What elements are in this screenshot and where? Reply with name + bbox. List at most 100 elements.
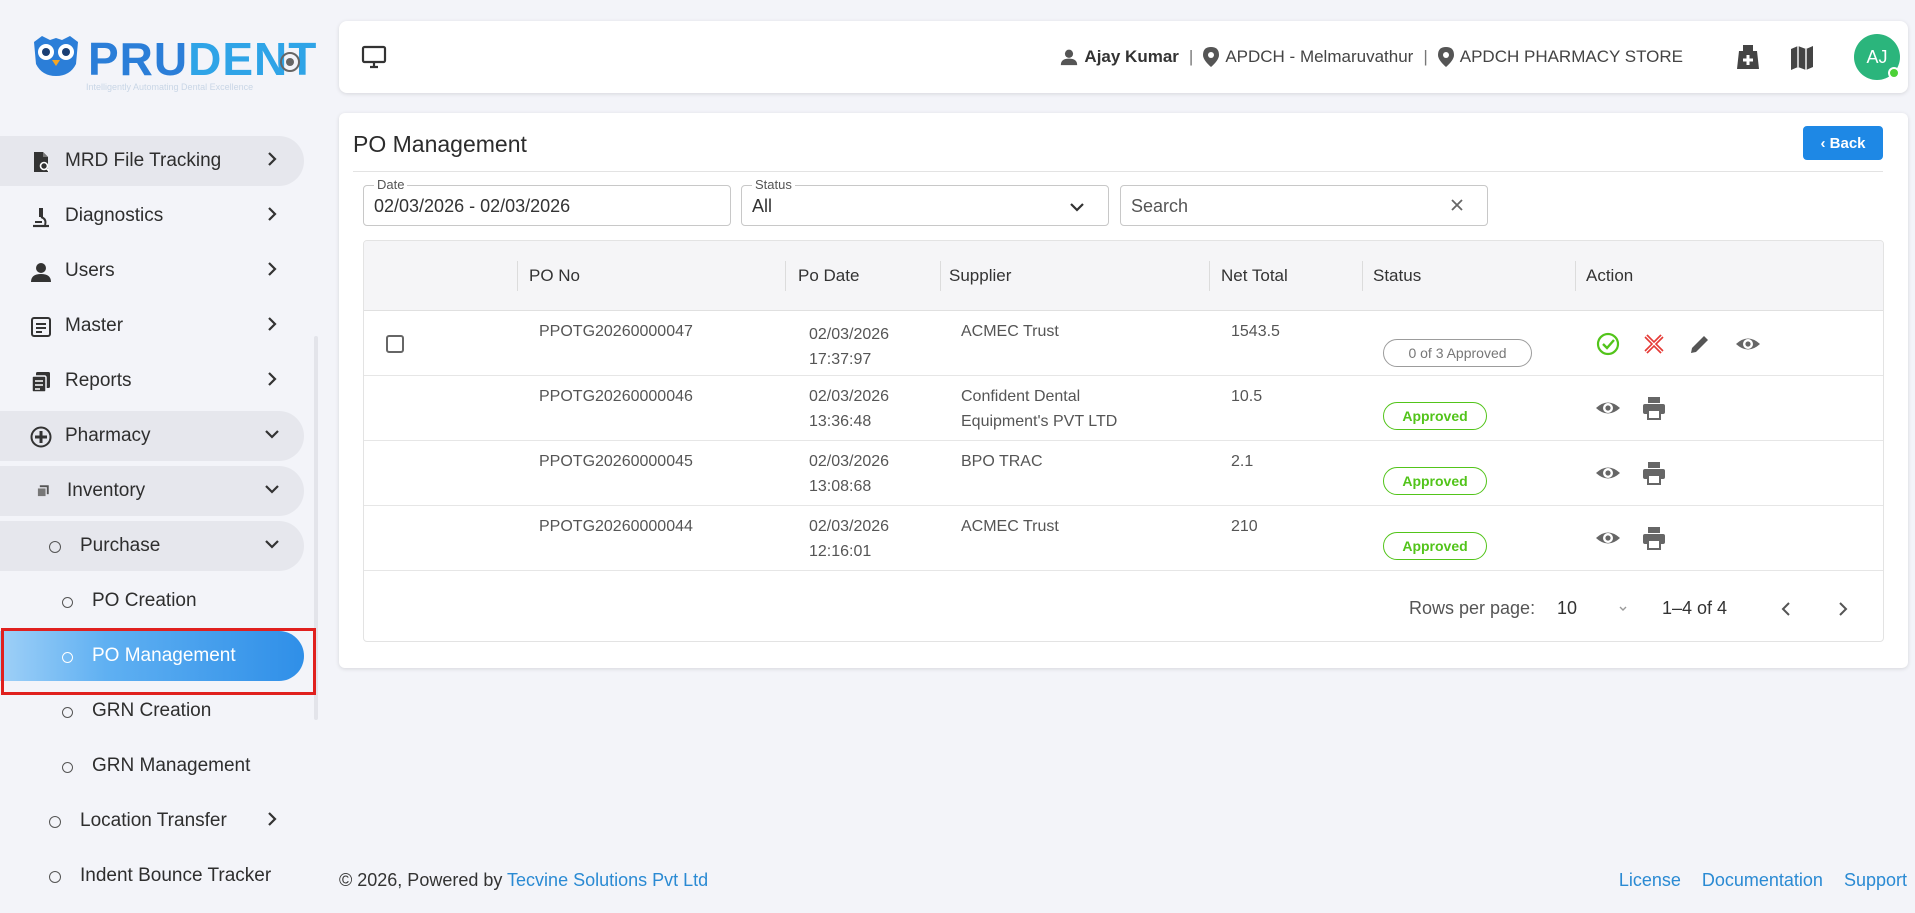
license-link[interactable]: License	[1619, 870, 1681, 891]
status-badge: Approved	[1383, 532, 1487, 560]
table-row[interactable]: PPOTG20260000047 02/03/2026 17:37:97 ACM…	[364, 311, 1883, 376]
supplier-name: ACMEC Trust	[961, 323, 1059, 340]
net-total: 2.1	[1231, 453, 1254, 470]
table-row[interactable]: PPOTG20260000046 02/03/2026 13:36:48 Con…	[364, 376, 1883, 441]
logo-tagline: Intelligently Automating Dental Excellen…	[86, 82, 254, 92]
view-icon[interactable]	[1735, 331, 1761, 357]
table-row[interactable]: PPOTG20260000045 02/03/2026 13:08:68 BPO…	[364, 441, 1883, 506]
support-link[interactable]: Support	[1844, 870, 1907, 891]
previous-page-icon[interactable]	[1775, 598, 1797, 620]
company-link[interactable]: Tecvine Solutions Pvt Ltd	[507, 870, 708, 890]
po-time: 13:08:68	[809, 478, 872, 495]
sidebar-item-inventory[interactable]: Inventory	[0, 466, 304, 516]
view-icon[interactable]	[1595, 395, 1621, 421]
approve-icon[interactable]	[1595, 331, 1621, 357]
footer-copyright: © 2026, Powered by Tecvine Solutions Pvt…	[339, 870, 708, 891]
highlight-box	[1, 628, 316, 695]
clear-icon[interactable]	[1449, 197, 1465, 213]
circle-bullet-icon	[62, 707, 73, 718]
col-action: Action	[1586, 266, 1634, 285]
online-status-dot	[1888, 67, 1900, 79]
rows-per-page-label: Rows per page:	[1409, 598, 1536, 618]
chevron-right-icon	[268, 207, 277, 221]
circle-bullet-icon	[62, 597, 73, 608]
print-icon[interactable]	[1641, 460, 1667, 486]
chevron-down-icon	[265, 430, 279, 439]
sidebar-item-purchase[interactable]: Purchase	[0, 521, 304, 571]
net-total: 10.5	[1231, 388, 1263, 405]
documentation-link[interactable]: Documentation	[1702, 870, 1823, 891]
sidebar-item-grn-management[interactable]: GRN Management	[0, 741, 304, 791]
sidebar-item-label: GRN Management	[92, 755, 251, 776]
chevron-down-icon[interactable]	[1618, 604, 1628, 614]
print-icon[interactable]	[1641, 395, 1667, 421]
sidebar-item-reports[interactable]: Reports	[0, 356, 304, 406]
col-po-date[interactable]: Po Date	[798, 241, 859, 311]
search-input[interactable]	[1131, 194, 1431, 218]
location-pin-icon	[1203, 47, 1220, 67]
rows-per-page-select[interactable]: 10	[1557, 598, 1577, 619]
sidebar-item-indent-bounce-tracker[interactable]: Indent Bounce Tracker	[0, 851, 304, 901]
po-date: 02/03/2026	[809, 518, 890, 535]
avatar[interactable]: AJ	[1854, 34, 1900, 80]
po-date: 02/03/2026	[809, 453, 890, 470]
monitor-icon[interactable]	[361, 45, 387, 69]
po-management-card: PO Management ‹ Back Date 02/03/2026 - 0…	[339, 113, 1908, 668]
next-page-icon[interactable]	[1832, 598, 1854, 620]
col-po-no[interactable]: PO No	[529, 241, 580, 311]
sidebar-item-po-creation[interactable]: PO Creation	[0, 576, 304, 626]
net-total: 210	[1231, 518, 1258, 535]
po-date: 02/03/2026	[809, 388, 890, 405]
sidebar-item-pharmacy[interactable]: Pharmacy	[0, 411, 304, 461]
po-number[interactable]: PPOTG20260000046	[539, 384, 693, 409]
search-field[interactable]	[1120, 185, 1488, 226]
view-icon[interactable]	[1595, 460, 1621, 486]
sidebar-toggle-icon[interactable]	[280, 52, 300, 72]
status-badge: Approved	[1383, 467, 1487, 495]
divider: |	[1188, 47, 1194, 66]
po-number[interactable]: PPOTG20260000047	[539, 319, 693, 344]
date-range-value[interactable]: 02/03/2026 - 02/03/2026	[374, 196, 570, 217]
sidebar-item-label: Indent Bounce Tracker	[80, 865, 272, 886]
table-row[interactable]: PPOTG20260000044 02/03/2026 12:16:01 ACM…	[364, 506, 1883, 571]
back-button[interactable]: ‹ Back	[1803, 126, 1883, 160]
sidebar-item-label: GRN Creation	[92, 700, 212, 721]
sidebar-item-master[interactable]: Master	[0, 301, 304, 351]
chevron-right-icon	[268, 317, 277, 331]
print-icon[interactable]	[1641, 525, 1667, 551]
status-select[interactable]: Status All	[741, 177, 1109, 226]
po-number[interactable]: PPOTG20260000044	[539, 514, 693, 539]
sidebar-nav: MRD File Tracking Diagnostics Users Mast…	[0, 136, 304, 906]
microscope-icon	[33, 208, 49, 228]
location-name[interactable]: APDCH - Melmaruvathur	[1225, 47, 1413, 67]
date-range-field[interactable]: Date 02/03/2026 - 02/03/2026	[363, 177, 731, 226]
edit-icon[interactable]	[1687, 331, 1713, 357]
col-status[interactable]: Status	[1373, 241, 1421, 311]
column-divider	[1575, 261, 1576, 291]
owl-logo-icon	[34, 36, 78, 76]
po-number[interactable]: PPOTG20260000045	[539, 449, 693, 474]
sidebar-item-label: Location Transfer	[80, 810, 227, 831]
sidebar-item-mrd-file-tracking[interactable]: MRD File Tracking	[0, 136, 304, 186]
sidebar-item-users[interactable]: Users	[0, 246, 304, 296]
avatar-initials: AJ	[1866, 46, 1888, 67]
reject-icon[interactable]	[1641, 331, 1667, 357]
prudent-logo[interactable]: PRUDENT Intelligently Automating Dental …	[30, 30, 316, 100]
row-checkbox[interactable]	[386, 335, 404, 353]
map-icon[interactable]	[1790, 45, 1814, 71]
column-divider	[1209, 261, 1210, 291]
pharmacy-store-icon[interactable]	[1734, 43, 1762, 71]
sidebar-item-label: Reports	[65, 370, 132, 391]
sidebar-item-label: Pharmacy	[65, 425, 151, 446]
col-net-total[interactable]: Net Total	[1221, 241, 1288, 311]
column-divider	[1362, 261, 1363, 291]
view-icon[interactable]	[1595, 525, 1621, 551]
sidebar-item-diagnostics[interactable]: Diagnostics	[0, 191, 304, 241]
user-context: Ajay Kumar | APDCH - Melmaruvathur | APD…	[1060, 21, 1683, 93]
po-time: 13:36:48	[809, 413, 872, 430]
sidebar-item-location-transfer[interactable]: Location Transfer	[0, 796, 304, 846]
sidebar-item-label: Diagnostics	[65, 205, 164, 226]
col-supplier[interactable]: Supplier	[949, 241, 1011, 311]
page-title: PO Management	[353, 131, 527, 157]
store-name[interactable]: APDCH PHARMACY STORE	[1460, 47, 1683, 67]
